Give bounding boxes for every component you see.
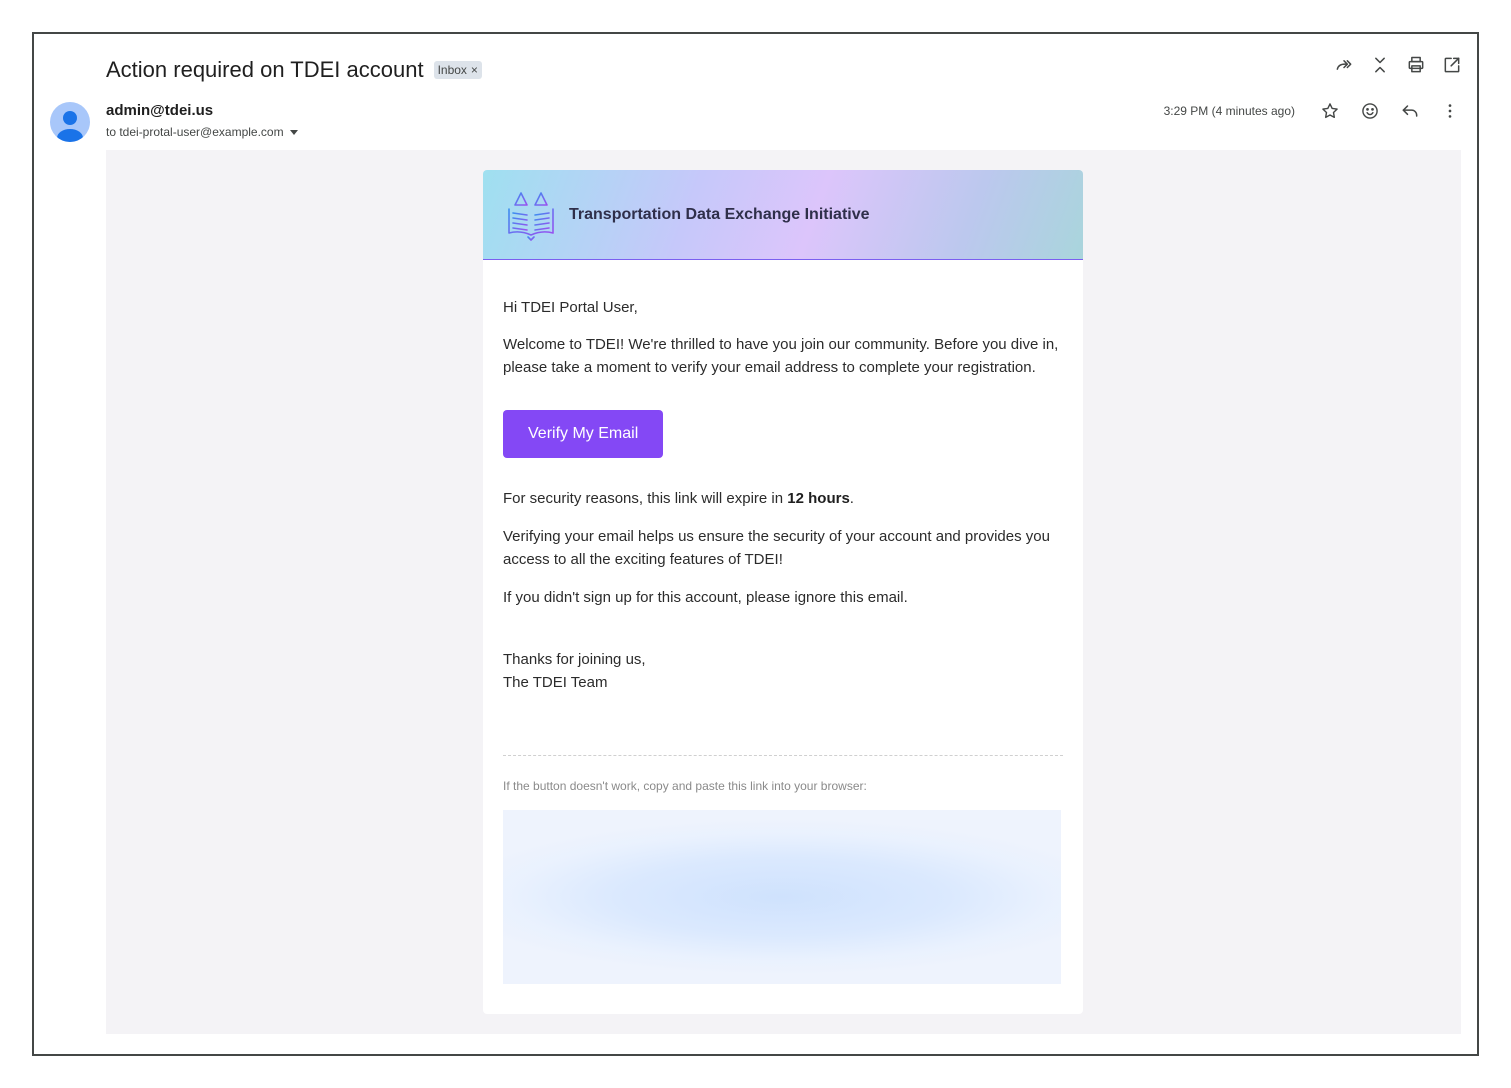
security-text: For security reasons, this link will exp… <box>503 487 1063 510</box>
recipient-line: to tdei-protal-user@example.com <box>106 125 298 139</box>
sender-block: admin@tdei.us to tdei-protal-user@exampl… <box>106 102 298 139</box>
verifying-text: Verifying your email helps us ensure the… <box>503 528 1050 568</box>
message-meta: 3:29 PM (4 minutes ago) <box>1164 100 1461 122</box>
greeting-text: Hi TDEI Portal User, <box>503 299 638 316</box>
expiry-duration: 12 hours <box>787 490 850 507</box>
message-body: Transportation Data Exchange Initiative … <box>106 150 1461 1034</box>
justice-book-logo-icon <box>508 191 554 241</box>
recipient-text: to tdei-protal-user@example.com <box>106 125 284 139</box>
fallback-text: If the button doesn't work, copy and pas… <box>503 779 867 793</box>
forward-all-icon[interactable] <box>1333 54 1355 76</box>
brand-name: Transportation Data Exchange Initiative <box>569 205 870 223</box>
label-text: Inbox <box>437 63 467 77</box>
more-vert-icon[interactable] <box>1439 100 1461 122</box>
security-prefix: For security reasons, this link will exp… <box>503 490 788 507</box>
emoji-icon[interactable] <box>1359 100 1381 122</box>
divider <box>503 755 1063 756</box>
inbox-label-chip[interactable]: Inbox × <box>433 61 482 79</box>
thread-actions <box>1333 54 1463 76</box>
verify-email-button[interactable]: Verify My Email <box>503 410 664 458</box>
open-new-window-icon[interactable] <box>1441 54 1463 76</box>
welcome-text: Welcome to TDEI! We're thrilled to have … <box>503 336 1059 376</box>
thanks-text: Thanks for joining us, <box>503 651 646 668</box>
reply-icon[interactable] <box>1399 100 1421 122</box>
email-card: Transportation Data Exchange Initiative … <box>483 170 1083 1014</box>
ignore-text: If you didn't sign up for this account, … <box>503 589 908 606</box>
show-details-icon[interactable] <box>289 129 298 135</box>
team-signature: The TDEI Team <box>503 674 608 691</box>
email-view: Action required on TDEI account Inbox × <box>32 32 1479 1056</box>
card-header: Transportation Data Exchange Initiative <box>483 170 1083 260</box>
star-icon[interactable] <box>1319 100 1341 122</box>
avatar[interactable] <box>50 102 90 142</box>
sender-name[interactable]: admin@tdei.us <box>106 102 298 119</box>
card-body: Hi TDEI Portal User, Welcome to TDEI! We… <box>483 260 1083 984</box>
collapse-icon[interactable] <box>1369 54 1391 76</box>
message-time: 3:29 PM (4 minutes ago) <box>1163 104 1295 118</box>
print-icon[interactable] <box>1405 54 1427 76</box>
person-icon <box>57 111 83 142</box>
remove-label-icon[interactable]: × <box>471 63 478 77</box>
email-subject: Action required on TDEI account <box>106 57 424 82</box>
security-suffix: . <box>849 490 854 507</box>
subject-row: Action required on TDEI account Inbox × <box>106 52 482 88</box>
blurred-verification-link[interactable] <box>503 810 1061 984</box>
